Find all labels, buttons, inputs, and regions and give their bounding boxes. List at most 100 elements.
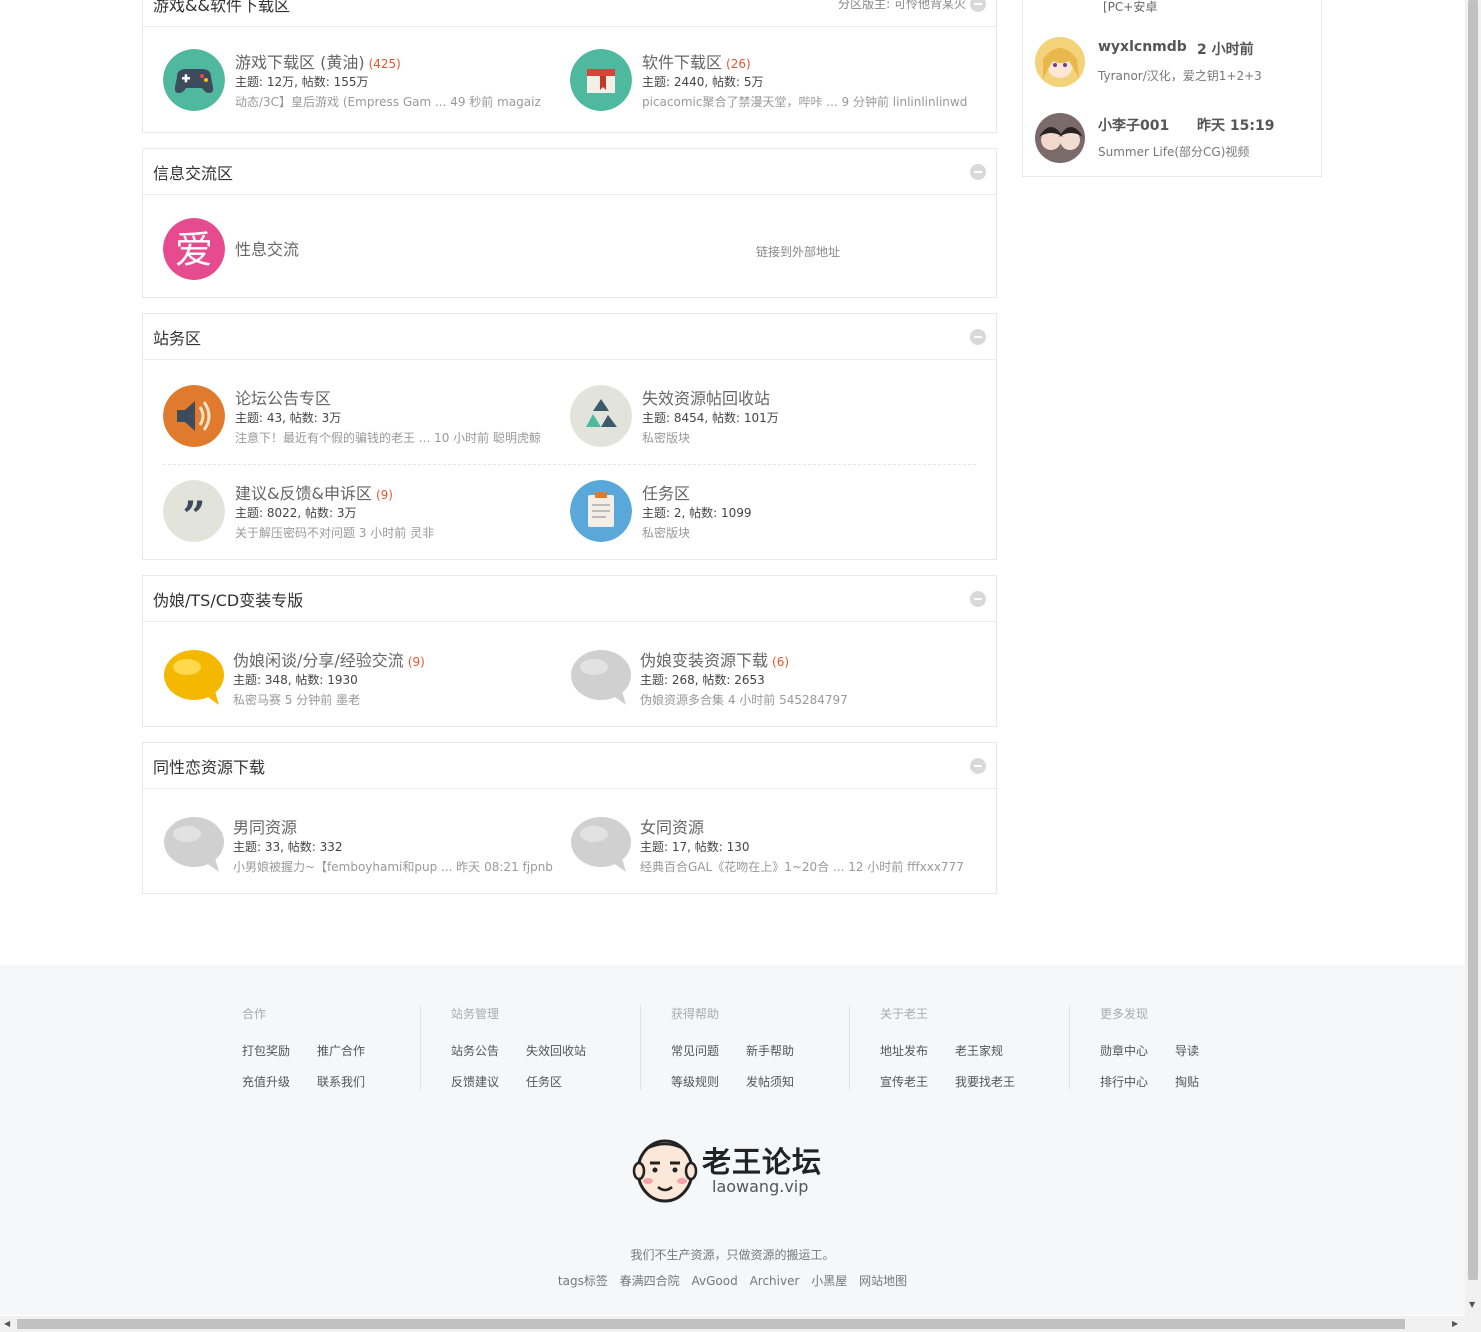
- forum-item[interactable]: 任务区 主题: 2, 帖数: 1099 私密版块: [570, 476, 970, 546]
- software-box-icon[interactable]: [570, 49, 632, 111]
- category-title[interactable]: 游戏&&软件下载区: [153, 0, 290, 16]
- speaker-icon[interactable]: [163, 385, 225, 447]
- gamepad-icon[interactable]: [163, 49, 225, 111]
- bottom-link[interactable]: 春满四合院: [620, 1274, 680, 1288]
- member-item[interactable]: 小李子001 昨天 15:19 Summer Life(部分CG)视频: [1035, 113, 1315, 165]
- footer-link[interactable]: 等级规则: [671, 1073, 746, 1090]
- forum-name[interactable]: 性息交流: [235, 236, 299, 260]
- scroll-left-arrow-icon[interactable]: ◀: [4, 1319, 10, 1328]
- member-name[interactable]: 小李子001: [1098, 115, 1169, 135]
- forum-name[interactable]: 伪娘变装资源下载: [640, 651, 768, 670]
- footer-link[interactable]: 站务公告: [451, 1042, 526, 1059]
- sidebar-top-text[interactable]: [PC+安卓: [1103, 0, 1157, 15]
- recycle-icon[interactable]: [570, 385, 632, 447]
- forum-name[interactable]: 任务区: [642, 480, 690, 504]
- new-post-count: (26): [726, 57, 751, 71]
- horizontal-scrollbar[interactable]: ◀ ▶: [0, 1316, 1481, 1332]
- collapse-icon[interactable]: [970, 590, 986, 607]
- forum-item[interactable]: 论坛公告专区 主题: 43, 帖数: 3万 注意下！最近有个假的骗钱的老王 ..…: [163, 381, 563, 451]
- vertical-scroll-thumb[interactable]: [1468, 0, 1478, 1280]
- last-post[interactable]: 私密马赛 5 分钟前 墨老: [233, 691, 360, 708]
- footer-link[interactable]: 地址发布: [880, 1042, 955, 1059]
- bottom-link[interactable]: Archiver: [750, 1274, 800, 1288]
- footer-column: 站务管理 站务公告 失效回收站 反馈建议 任务区: [451, 1005, 651, 1090]
- last-post[interactable]: 动态/3C】皇后游戏 (Empress Gam ... 49 秒前 magaiz: [235, 93, 541, 110]
- collapse-icon[interactable]: [970, 757, 986, 774]
- forum-item[interactable]: 软件下载区 (26) 主题: 2440, 帖数: 5万 picacomic聚合了禁…: [570, 45, 970, 115]
- category-title[interactable]: 伪娘/TS/CD变装专版: [153, 587, 303, 611]
- bottom-link[interactable]: AvGood: [692, 1274, 738, 1288]
- footer-link[interactable]: 打包奖励: [242, 1042, 317, 1059]
- forum-item[interactable]: 失效资源帖回收站 主题: 8454, 帖数: 101万 私密版块: [570, 381, 970, 451]
- forum-item[interactable]: 女同资源 主题: 17, 帖数: 130 经典百合GAL《花吻在上》1~20合 …: [570, 810, 970, 880]
- footer-link[interactable]: 推广合作: [317, 1042, 392, 1059]
- bottom-link[interactable]: tags标签: [558, 1274, 608, 1288]
- footer-link[interactable]: 发帖须知: [746, 1073, 821, 1090]
- external-link-text[interactable]: 链接到外部地址: [756, 243, 840, 260]
- category-title[interactable]: 同性恋资源下载: [153, 754, 265, 778]
- member-item[interactable]: wyxlcnmdb 2 小时前 Tyranor/汉化，爱之钥1+2+3: [1035, 37, 1315, 89]
- footer-link[interactable]: 充值升级: [242, 1073, 317, 1090]
- last-post[interactable]: 经典百合GAL《花吻在上》1~20合 ... 12 小时前 fffxxx777: [640, 858, 964, 875]
- forum-name[interactable]: 论坛公告专区: [235, 385, 331, 409]
- chat-bubble-gray-icon[interactable]: [163, 814, 225, 876]
- moderator-text[interactable]: 分区版主: 可怜他背某火: [838, 0, 966, 12]
- last-post[interactable]: picacomic聚合了禁漫天堂，哔咔 ... 9 分钟前 linlinlinl…: [642, 93, 967, 110]
- forum-name[interactable]: 游戏下载区 (黄油): [235, 53, 365, 72]
- love-icon[interactable]: 爱: [163, 218, 225, 280]
- avatar[interactable]: [1035, 113, 1085, 163]
- forum-name[interactable]: 软件下载区: [642, 53, 722, 72]
- clipboard-icon[interactable]: [570, 480, 632, 542]
- collapse-icon[interactable]: [970, 328, 986, 345]
- member-desc[interactable]: Summer Life(部分CG)视频: [1098, 143, 1249, 160]
- last-post[interactable]: 小男娘被握力~【femboyhami和pup ... 昨天 08:21 fjpn…: [233, 858, 553, 875]
- forum-item[interactable]: 伪娘变装资源下载 (6) 主题: 268, 帖数: 2653 伪娘资源多合集 4 …: [570, 643, 970, 713]
- footer-link[interactable]: 宣传老王: [880, 1073, 955, 1090]
- chat-bubble-yellow-icon[interactable]: [163, 647, 225, 709]
- footer-link[interactable]: 老王家规: [955, 1042, 1030, 1059]
- category-title[interactable]: 站务区: [153, 325, 201, 349]
- footer-slogan: 我们不生产资源，只做资源的搬运工。: [630, 1248, 835, 1262]
- category-title[interactable]: 信息交流区: [153, 160, 233, 184]
- last-post[interactable]: 伪娘资源多合集 4 小时前 545284797: [640, 691, 848, 708]
- footer-link[interactable]: 勋章中心: [1100, 1042, 1175, 1059]
- forum-item[interactable]: 伪娘闲谈/分享/经验交流 (9) 主题: 348, 帖数: 1930 私密马赛 5…: [163, 643, 563, 713]
- collapse-icon[interactable]: [970, 163, 986, 180]
- forum-name[interactable]: 失效资源帖回收站: [642, 385, 770, 409]
- forum-name[interactable]: 男同资源: [233, 814, 297, 838]
- footer-link[interactable]: 我要找老王: [955, 1073, 1030, 1090]
- chat-bubble-gray-icon[interactable]: [570, 647, 632, 709]
- forum-name[interactable]: 女同资源: [640, 814, 704, 838]
- footer-link[interactable]: 任务区: [526, 1073, 601, 1090]
- chat-bubble-gray-icon[interactable]: [570, 814, 632, 876]
- footer-link[interactable]: 联系我们: [317, 1073, 392, 1090]
- forum-item[interactable]: 男同资源 主题: 33, 帖数: 332 小男娘被握力~【femboyhami和…: [163, 810, 563, 880]
- avatar[interactable]: [1035, 37, 1085, 87]
- footer-link[interactable]: 常见问题: [671, 1042, 746, 1059]
- forum-name[interactable]: 伪娘闲谈/分享/经验交流: [233, 651, 404, 670]
- forum-item[interactable]: ” 建议&反馈&申诉区 (9) 主题: 8022, 帖数: 3万 关于解压密码不对…: [163, 476, 563, 546]
- footer-link[interactable]: 掏贴: [1175, 1073, 1250, 1090]
- quote-icon[interactable]: ”: [163, 480, 225, 542]
- bottom-link[interactable]: 小黑屋: [811, 1274, 847, 1288]
- forum-name[interactable]: 建议&反馈&申诉区: [235, 484, 372, 503]
- bottom-link[interactable]: 网站地图: [859, 1274, 907, 1288]
- footer-link[interactable]: 失效回收站: [526, 1042, 601, 1059]
- site-logo[interactable]: 老王论坛 laowang.vip: [632, 1135, 832, 1207]
- collapse-icon[interactable]: [970, 0, 986, 12]
- last-post[interactable]: 注意下！最近有个假的骗钱的老王 ... 10 小时前 聪明虎鲸: [235, 429, 541, 446]
- member-desc[interactable]: Tyranor/汉化，爱之钥1+2+3: [1098, 67, 1262, 84]
- forum-item[interactable]: 游戏下载区 (黄油) (425) 主题: 12万, 帖数: 155万 动态/3C】…: [163, 45, 563, 115]
- footer-link[interactable]: 排行中心: [1100, 1073, 1175, 1090]
- category-header: 信息交流区: [143, 149, 996, 195]
- last-post[interactable]: 关于解压密码不对问题 3 小时前 灵非: [235, 524, 434, 541]
- horizontal-scroll-thumb[interactable]: [17, 1319, 1405, 1329]
- footer-link[interactable]: 反馈建议: [451, 1073, 526, 1090]
- vertical-scrollbar[interactable]: ▼: [1465, 0, 1481, 1316]
- forum-item[interactable]: 爱 性息交流: [163, 214, 563, 284]
- scroll-down-arrow-icon[interactable]: ▼: [1469, 1300, 1475, 1309]
- scroll-right-arrow-icon[interactable]: ▶: [1452, 1319, 1458, 1328]
- footer-link[interactable]: 新手帮助: [746, 1042, 821, 1059]
- member-name[interactable]: wyxlcnmdb: [1098, 39, 1187, 55]
- footer-link[interactable]: 导读: [1175, 1042, 1250, 1059]
